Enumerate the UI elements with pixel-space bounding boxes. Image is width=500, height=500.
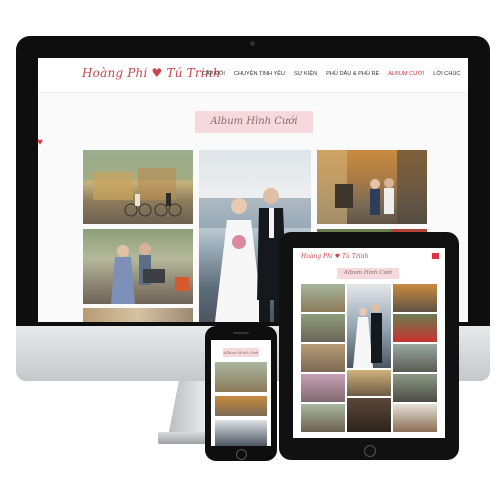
camera-icon <box>250 41 255 46</box>
tablet-photo-7[interactable] <box>393 344 437 372</box>
phone-album-title-banner: Album Hình Cưới <box>223 348 259 357</box>
tablet-site-logo[interactable]: Hoàng Phi ♥ Tú Trinh <box>301 253 368 260</box>
site-navbar: Hoàng Phi ♥ Tú Trinh CẶP ĐÔI CHUYỆN TÌNH… <box>38 58 468 93</box>
tablet-photo-13[interactable] <box>393 404 437 432</box>
tablet-photo-3[interactable] <box>393 284 437 312</box>
tablet-photo-4[interactable] <box>301 314 345 342</box>
menu-item-chuyen-tinh-yeu[interactable]: CHUYỆN TÌNH YÊU <box>234 71 285 77</box>
menu-item-cap-doi[interactable]: CẶP ĐÔI <box>202 71 225 77</box>
phone-photo-3[interactable] <box>215 420 267 446</box>
tablet-couple-illustration <box>353 304 382 368</box>
tablet-screen: Hoàng Phi ♥ Tú Trinh Album Hình Cưới <box>293 248 445 438</box>
photo-motorbike-illustration <box>111 243 189 304</box>
tablet-home-button[interactable] <box>364 445 376 457</box>
menu-item-su-kien[interactable]: SỰ KIỆN <box>294 71 317 77</box>
hamburger-menu-icon[interactable] <box>432 253 439 259</box>
tablet-album-title-banner: Album Hình Cưới <box>337 268 399 279</box>
phone-screen: Album Hình Cưới <box>211 340 271 446</box>
album-photo-couple-motorbike[interactable] <box>83 229 193 304</box>
phone-home-button[interactable] <box>236 449 247 460</box>
phone-speaker <box>233 332 249 334</box>
menu-item-loi-chuc[interactable]: LỜI CHÚC <box>433 71 460 77</box>
phone-photo-2[interactable] <box>215 396 267 416</box>
tablet-photo-6[interactable] <box>301 344 345 372</box>
site-logo[interactable]: Hoàng Phi ♥ Tú Trinh <box>82 66 221 80</box>
photo-cyclists-illustration <box>83 150 193 217</box>
tablet-device: Hoàng Phi ♥ Tú Trinh Album Hình Cưới <box>279 232 459 460</box>
tablet-photo-10[interactable] <box>393 374 437 402</box>
phone-photo-1[interactable] <box>215 362 267 392</box>
tablet-photo-11[interactable] <box>347 398 391 432</box>
tablet-photo-2[interactable] <box>347 284 391 368</box>
album-photo-bottom-left[interactable] <box>83 308 193 322</box>
album-title-banner: Album Hình Cưới <box>195 111 313 133</box>
phone-device: Album Hình Cưới <box>205 326 277 461</box>
photo-alley-illustration <box>317 150 427 224</box>
tablet-photo-1[interactable] <box>301 284 345 312</box>
menu-item-album-cuoi[interactable]: ALBUM CƯỚI <box>388 71 424 77</box>
heart-icon[interactable]: ♥ <box>37 138 47 148</box>
album-photo-street-cyclists[interactable] <box>83 150 193 224</box>
tablet-photo-12[interactable] <box>301 404 345 432</box>
menu-item-phu-dau-phu-re[interactable]: PHÙ DÂU & PHÙ RỂ <box>326 71 379 77</box>
main-menu: CẶP ĐÔI CHUYỆN TÌNH YÊU SỰ KIỆN PHÙ DÂU … <box>202 71 460 77</box>
tablet-photo-8[interactable] <box>347 370 391 396</box>
tablet-photo-5[interactable] <box>393 314 437 342</box>
tablet-photo-9[interactable] <box>301 374 345 402</box>
album-photo-couple-alley[interactable] <box>317 150 427 224</box>
